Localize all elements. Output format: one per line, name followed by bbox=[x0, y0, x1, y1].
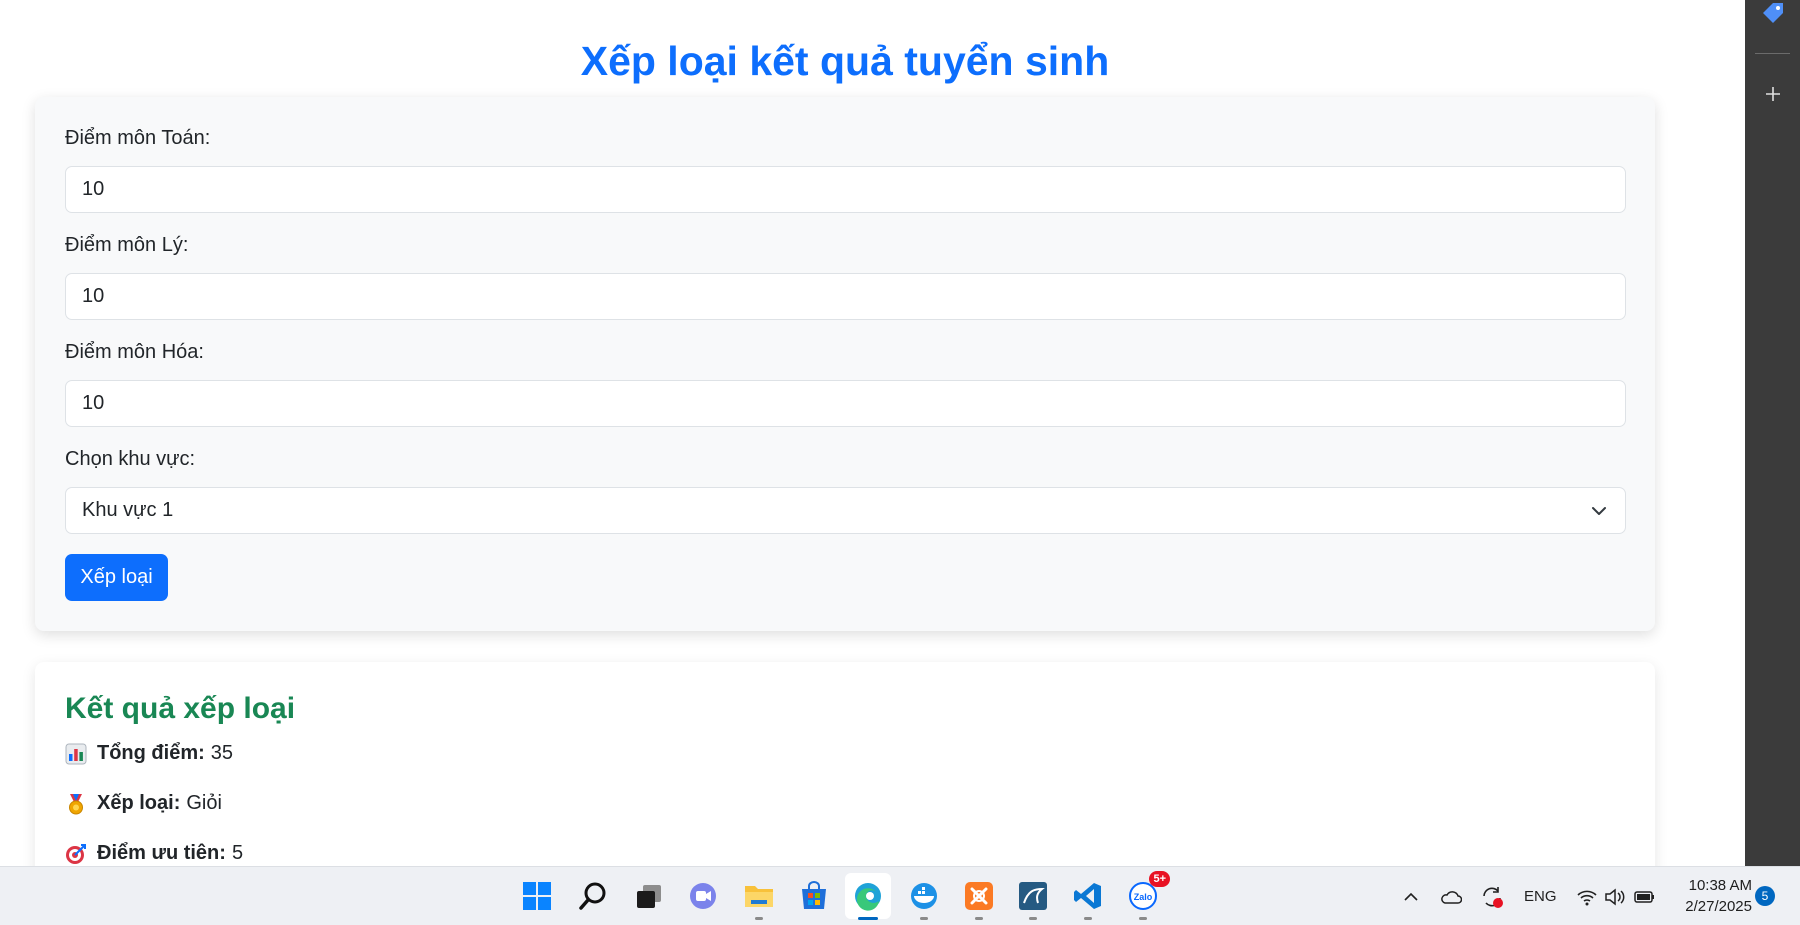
math-score-label: Điểm môn Toán: bbox=[65, 127, 211, 149]
task-view-icon bbox=[637, 885, 661, 908]
running-indicator bbox=[975, 917, 983, 920]
docker-button[interactable] bbox=[905, 877, 943, 920]
total-score-value: 35 bbox=[210, 742, 234, 764]
bonus-label: Điểm ưu tiên: bbox=[97, 842, 226, 864]
file-explorer-button[interactable] bbox=[740, 877, 778, 920]
running-indicator bbox=[920, 917, 928, 920]
add-icon[interactable] bbox=[1763, 84, 1783, 104]
target-icon bbox=[65, 843, 87, 865]
edge-icon bbox=[855, 883, 881, 911]
xampp-button[interactable] bbox=[960, 877, 998, 920]
docker-icon bbox=[911, 883, 937, 909]
microsoft-store-icon bbox=[802, 881, 826, 909]
zalo-label: Zalo bbox=[1134, 892, 1153, 902]
taskbar: Zalo 5+ ENG 10:38 AM 2/27/2025 5 bbox=[0, 866, 1800, 925]
side-panel-divider bbox=[1755, 53, 1790, 54]
tag-icon[interactable] bbox=[1762, 2, 1784, 24]
language-indicator[interactable]: ENG bbox=[1524, 867, 1557, 925]
math-score-input[interactable] bbox=[65, 166, 1626, 213]
cloud-icon bbox=[1441, 890, 1462, 904]
xampp-icon bbox=[965, 882, 993, 910]
result-title: Kết quả xếp loại bbox=[65, 692, 296, 725]
battery-icon bbox=[1634, 890, 1654, 903]
sync-status-button[interactable] bbox=[1480, 867, 1504, 925]
rank-label: Xếp loại: bbox=[97, 792, 181, 814]
search-icon bbox=[579, 882, 606, 910]
vscode-icon bbox=[1074, 883, 1101, 909]
clock[interactable]: 10:38 AM 2/27/2025 bbox=[1668, 875, 1752, 917]
chemistry-score-input[interactable] bbox=[65, 380, 1626, 427]
total-score-label: Tổng điểm: bbox=[97, 742, 205, 764]
quick-settings-button[interactable] bbox=[1576, 867, 1656, 925]
grading-form: Điểm môn Toán: Điểm môn Lý: Điểm môn Hóa… bbox=[35, 97, 1655, 631]
chemistry-score-label: Điểm môn Hóa: bbox=[65, 341, 204, 363]
region-label: Chọn khu vực: bbox=[65, 448, 196, 470]
mysql-workbench-button[interactable] bbox=[1014, 877, 1052, 920]
vscode-button[interactable] bbox=[1069, 877, 1107, 920]
running-indicator bbox=[755, 917, 763, 920]
time-text: 10:38 AM bbox=[1688, 877, 1752, 894]
region-select-value: Khu vực 1 bbox=[82, 499, 174, 521]
bar-chart-icon bbox=[65, 743, 87, 765]
chevron-down-icon bbox=[1592, 506, 1606, 515]
page-title: Xếp loại kết quả tuyển sinh bbox=[580, 38, 1110, 84]
start-icon bbox=[523, 882, 551, 910]
result-card: Kết quả xếp loại Tổng điểm: 35 Xếp loại:… bbox=[35, 662, 1655, 866]
date-text: 2/27/2025 bbox=[1685, 898, 1752, 915]
running-indicator bbox=[1084, 917, 1092, 920]
teams-chat-button[interactable] bbox=[684, 877, 722, 915]
browser-content: Xếp loại kết quả tuyển sinh Điểm môn Toá… bbox=[0, 0, 1745, 866]
running-indicator bbox=[1029, 917, 1037, 920]
wifi-icon bbox=[1577, 890, 1597, 905]
rank-row: Xếp loại: Giỏi bbox=[65, 792, 222, 815]
teams-chat-icon bbox=[690, 883, 716, 909]
running-indicator bbox=[1139, 917, 1147, 920]
browser-side-panel bbox=[1745, 0, 1800, 866]
edge-button[interactable] bbox=[845, 873, 891, 920]
grade-button[interactable]: Xếp loại bbox=[65, 554, 168, 601]
mysql-workbench-icon bbox=[1019, 882, 1047, 910]
show-hidden-icons-button[interactable] bbox=[1402, 867, 1420, 925]
active-indicator bbox=[858, 917, 878, 920]
onedrive-button[interactable] bbox=[1440, 867, 1462, 925]
region-select[interactable]: Khu vực 1 bbox=[65, 487, 1626, 534]
search-button[interactable] bbox=[574, 877, 612, 915]
medal-icon bbox=[65, 793, 87, 815]
physics-score-input[interactable] bbox=[65, 273, 1626, 320]
sync-icon bbox=[1483, 886, 1503, 908]
zalo-badge: 5+ bbox=[1149, 871, 1170, 887]
bonus-value: 5 bbox=[231, 842, 244, 864]
start-button[interactable] bbox=[518, 877, 556, 915]
notification-badge[interactable]: 5 bbox=[1755, 886, 1775, 906]
zalo-button[interactable]: Zalo 5+ bbox=[1124, 871, 1170, 920]
task-view-button[interactable] bbox=[630, 877, 668, 915]
chevron-up-icon bbox=[1404, 892, 1418, 901]
physics-score-label: Điểm môn Lý: bbox=[65, 234, 189, 256]
file-explorer-icon bbox=[745, 886, 773, 907]
rank-value: Giỏi bbox=[186, 792, 222, 814]
microsoft-store-button[interactable] bbox=[795, 877, 833, 915]
total-score-row: Tổng điểm: 35 bbox=[65, 742, 233, 765]
bonus-row: Điểm ưu tiên: 5 bbox=[65, 842, 243, 865]
volume-icon bbox=[1605, 887, 1625, 906]
